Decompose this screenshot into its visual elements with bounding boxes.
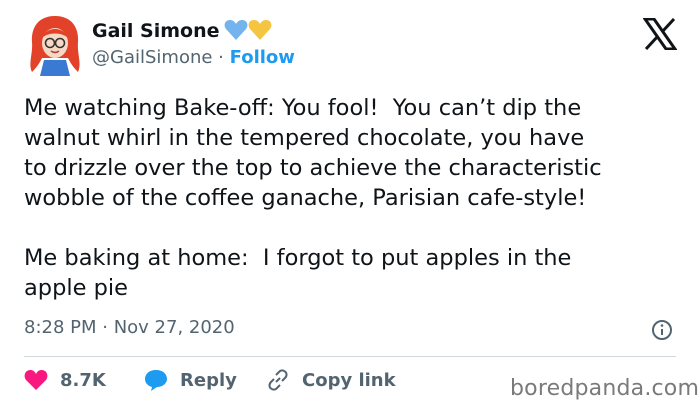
x-logo-icon[interactable]	[643, 18, 677, 50]
copy-link-label: Copy link	[302, 369, 396, 391]
link-icon	[268, 369, 288, 391]
display-name[interactable]: Gail Simone	[92, 20, 220, 42]
follow-button[interactable]: Follow	[230, 47, 295, 68]
timestamp[interactable]: 8:28 PM · Nov 27, 2020	[24, 317, 235, 338]
heart-icon	[24, 370, 48, 390]
copy-link-button[interactable]: Copy link	[266, 369, 396, 391]
reply-label: Reply	[180, 369, 237, 391]
hearts-emoji-icon	[224, 20, 272, 40]
reply-button[interactable]: Reply	[144, 369, 237, 391]
avatar[interactable]	[26, 14, 84, 78]
handle[interactable]: @GailSimone	[92, 47, 212, 68]
watermark: boredpanda.com	[510, 376, 700, 401]
handle-row: @GailSimone · Follow	[92, 47, 295, 68]
tweet-text: Me watching Bake-off: You fool! You can’…	[24, 95, 602, 301]
like-button[interactable]: 8.7K	[24, 369, 106, 391]
separator: ·	[218, 47, 224, 68]
info-icon[interactable]	[651, 319, 673, 341]
divider	[24, 356, 676, 357]
reply-bubble-icon	[145, 370, 167, 391]
like-count: 8.7K	[60, 369, 106, 391]
